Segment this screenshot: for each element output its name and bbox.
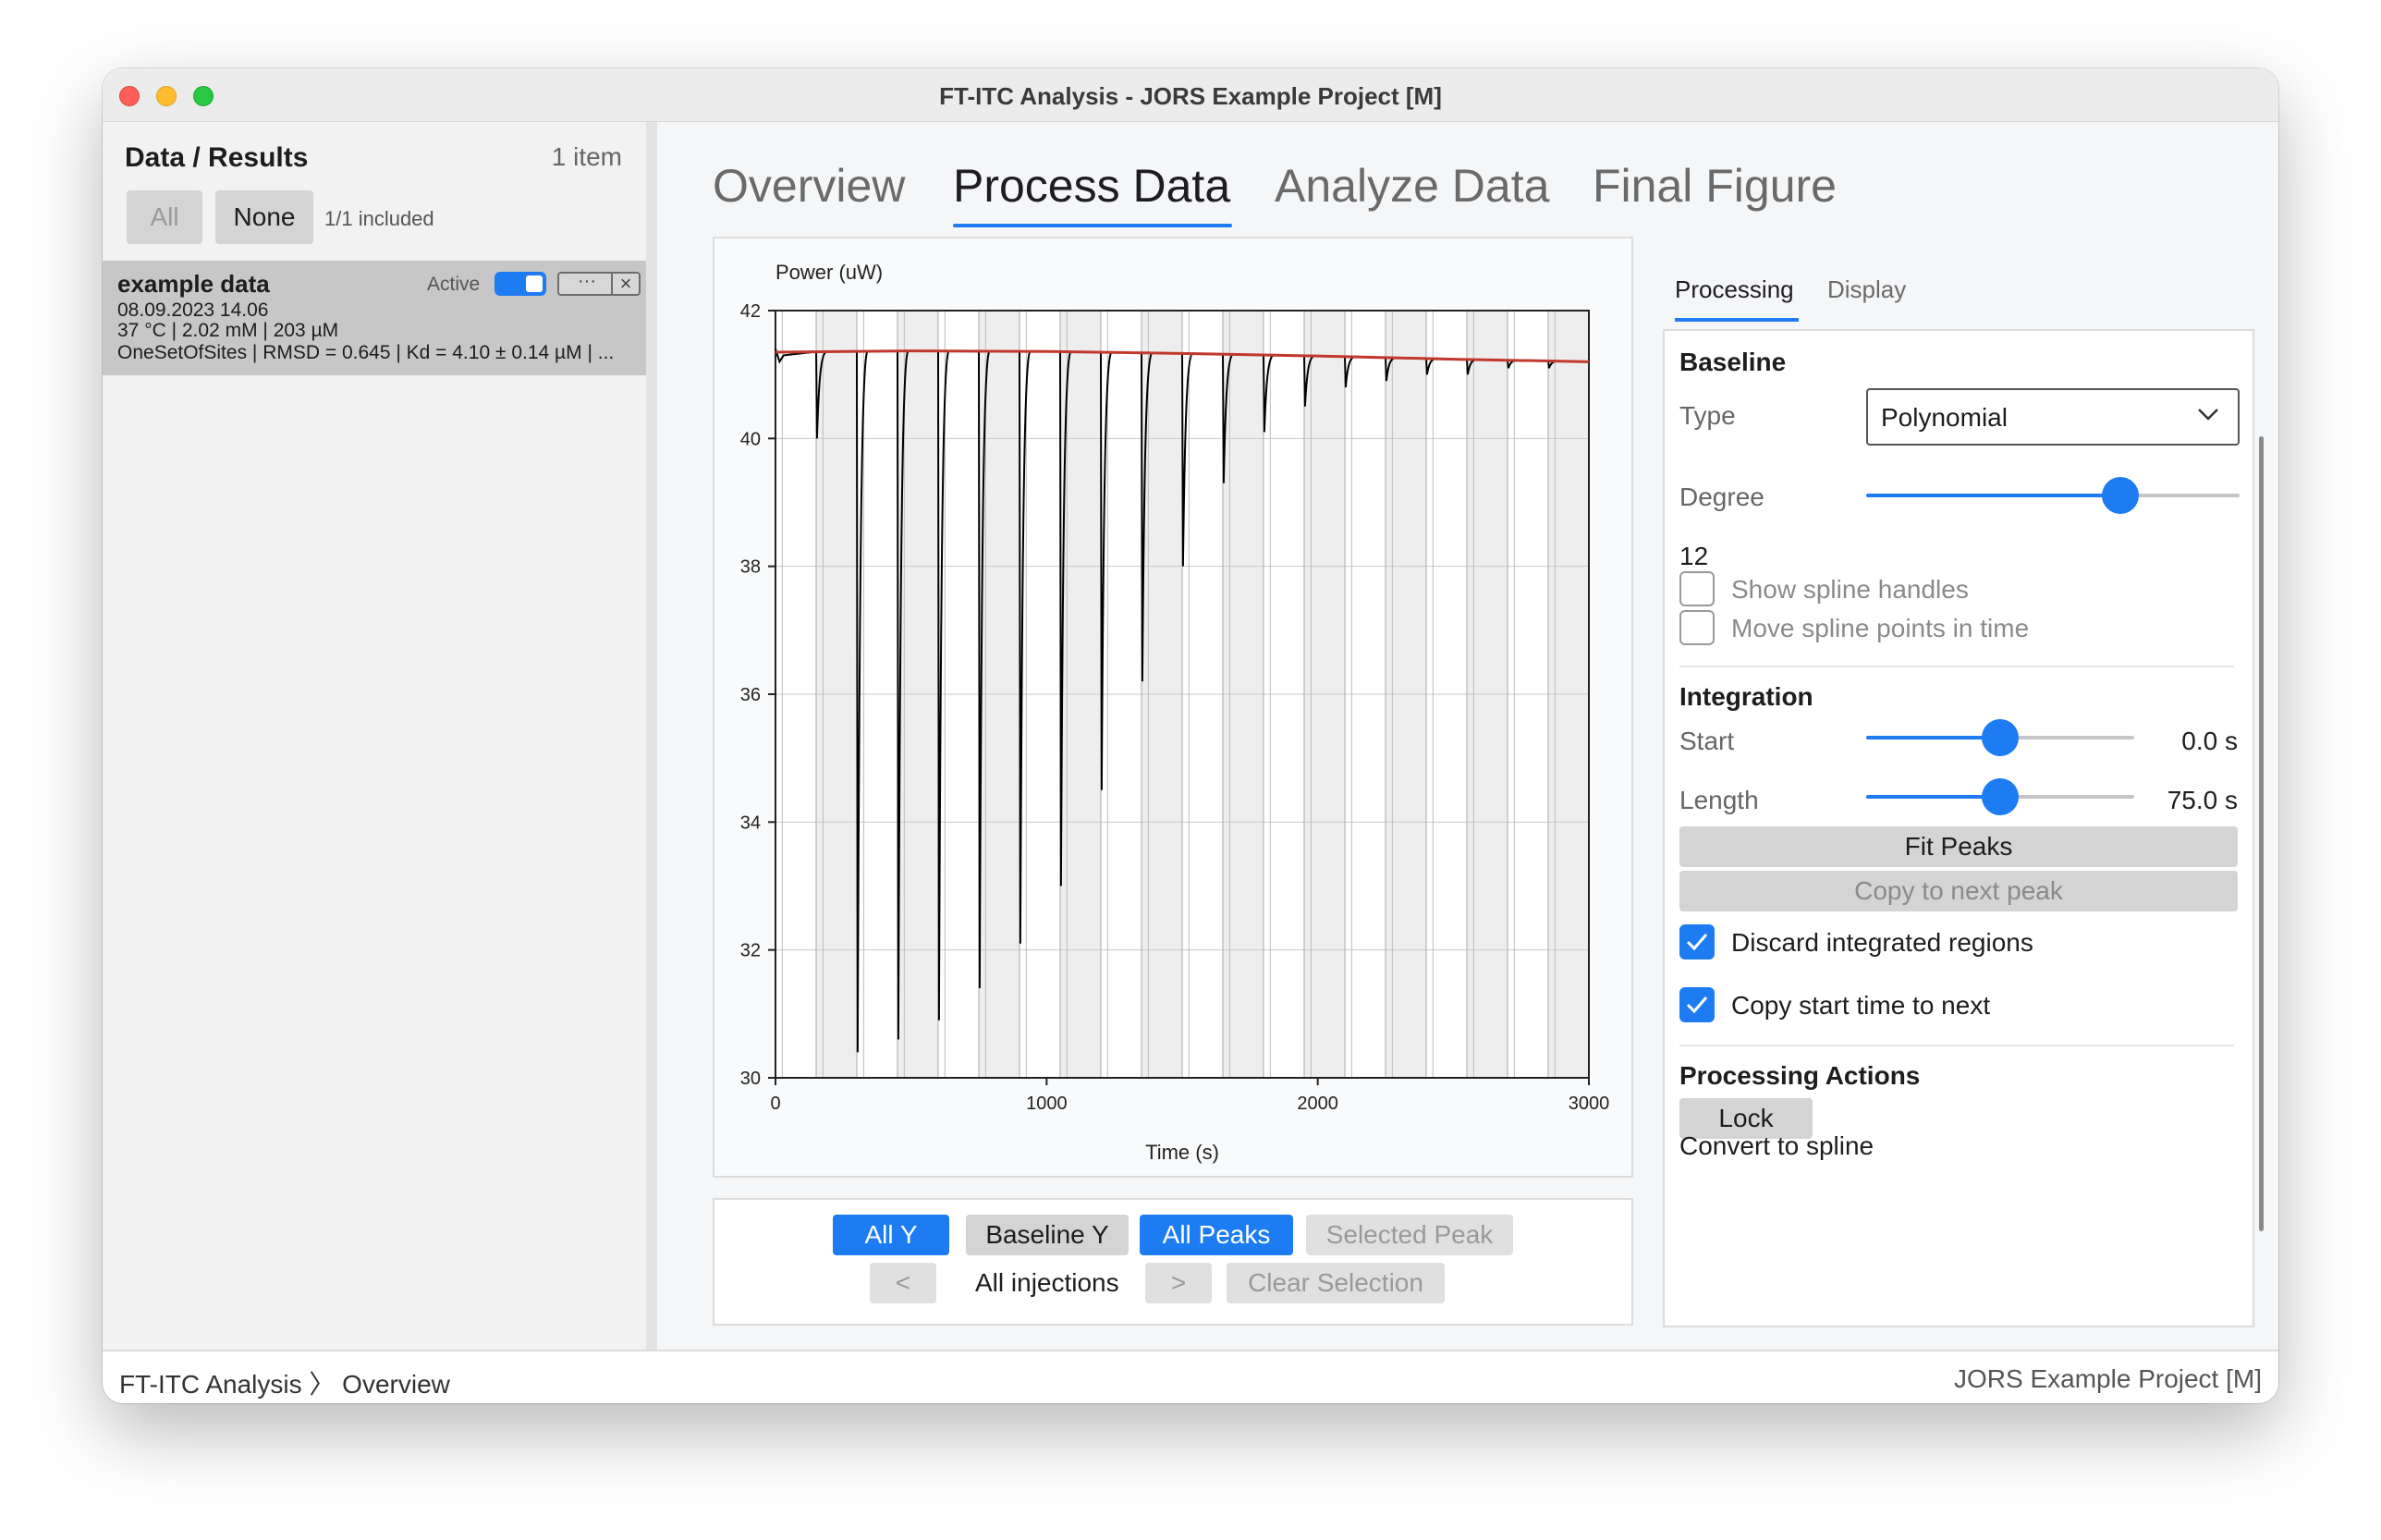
length-slider[interactable] bbox=[1866, 778, 2134, 815]
processing-actions-heading: Processing Actions bbox=[1679, 1061, 1921, 1090]
window-title: FT-ITC Analysis - JORS Example Project [… bbox=[939, 82, 1442, 110]
title-bar: FT-ITC Analysis - JORS Example Project [… bbox=[103, 68, 2278, 122]
show-spline-handles-label: Show spline handles bbox=[1731, 575, 1969, 604]
checkmark-icon bbox=[1686, 996, 1708, 1014]
sidebar: Data / Results 1 item All None 1/1 inclu… bbox=[103, 122, 657, 1350]
baseline-type-select[interactable]: Polynomial bbox=[1866, 388, 2240, 446]
x-tick-label: 0 bbox=[770, 1094, 780, 1114]
start-label: Start bbox=[1679, 727, 1735, 755]
y-tick-label: 42 bbox=[740, 301, 761, 322]
processing-panel: Baseline Type Polynomial Degree 12 Show … bbox=[1663, 329, 2254, 1327]
tab-overview[interactable]: Overview bbox=[713, 159, 905, 213]
tab-display[interactable]: Display bbox=[1827, 275, 1906, 304]
section-divider bbox=[1679, 1045, 2234, 1046]
length-label: Length bbox=[1679, 786, 1759, 814]
peak-controls: All Y Baseline Y All Peaks Selected Peak… bbox=[713, 1198, 1633, 1326]
status-bar: FT-ITC Analysis 〉 Overview JORS Example … bbox=[103, 1350, 2278, 1403]
power-chart[interactable]: 30 32 34 36 38 40 42 0 1000 2000 3000 Power (uW) Tim… bbox=[714, 238, 1635, 1179]
breadcrumb-page[interactable]: Overview bbox=[342, 1370, 450, 1399]
y-tick-label: 34 bbox=[740, 813, 761, 833]
select-none-button[interactable]: None bbox=[215, 190, 313, 244]
section-divider bbox=[1679, 666, 2234, 667]
type-label: Type bbox=[1679, 401, 1736, 430]
degree-label: Degree bbox=[1679, 483, 1764, 511]
item-fit-summary: OneSetOfSites | RMSD = 0.645 | Kd = 4.10… bbox=[117, 342, 615, 363]
baseline-y-button[interactable]: Baseline Y bbox=[966, 1215, 1129, 1255]
y-tick-label: 30 bbox=[740, 1069, 761, 1089]
project-name: JORS Example Project [M] bbox=[1954, 1364, 2262, 1393]
processing-tab-indicator bbox=[1675, 318, 1799, 322]
active-tab-indicator bbox=[953, 224, 1232, 227]
start-slider[interactable] bbox=[1866, 719, 2134, 756]
scrollbar[interactable] bbox=[2259, 436, 2264, 1231]
active-toggle[interactable] bbox=[495, 272, 546, 296]
x-axis-label: Time (s) bbox=[1145, 1141, 1219, 1164]
tab-analyze-data[interactable]: Analyze Data bbox=[1275, 159, 1549, 213]
breadcrumb-separator: 〉 bbox=[309, 1370, 336, 1399]
item-count: 1 item bbox=[551, 142, 622, 171]
plot-panel[interactable]: 30 32 34 36 38 40 42 0 1000 2000 3000 Power (uW) Tim… bbox=[713, 237, 1633, 1178]
close-icon[interactable]: × bbox=[613, 272, 639, 296]
move-spline-points-label: Move spline points in time bbox=[1731, 614, 2030, 642]
x-tick-label: 3000 bbox=[1569, 1094, 1610, 1114]
fit-peaks-button[interactable]: Fit Peaks bbox=[1679, 826, 2238, 867]
checkmark-icon bbox=[1686, 934, 1708, 951]
all-y-button[interactable]: All Y bbox=[833, 1215, 949, 1255]
clear-selection-button[interactable]: Clear Selection bbox=[1227, 1263, 1445, 1303]
chevron-down-icon bbox=[2198, 409, 2218, 421]
show-spline-handles-checkbox[interactable] bbox=[1679, 571, 1715, 606]
item-date: 08.09.2023 14.06 bbox=[117, 299, 269, 321]
x-tick-label: 2000 bbox=[1297, 1094, 1338, 1114]
injection-selector-label: All injections bbox=[975, 1268, 1119, 1297]
item-conditions: 37 °C | 2.02 mM | 203 µM bbox=[117, 320, 339, 341]
tab-processing[interactable]: Processing bbox=[1675, 275, 1794, 304]
y-axis-label: Power (uW) bbox=[775, 261, 883, 284]
discard-regions-label: Discard integrated regions bbox=[1731, 928, 2033, 957]
start-slider-fill bbox=[1866, 736, 2000, 739]
baseline-type-value: Polynomial bbox=[1881, 403, 2008, 432]
y-tick-label: 40 bbox=[740, 429, 761, 449]
item-name: example data bbox=[117, 270, 270, 298]
copy-start-time-label: Copy start time to next bbox=[1731, 991, 1991, 1020]
y-tick-label: 38 bbox=[740, 557, 761, 578]
tab-process-data[interactable]: Process Data bbox=[953, 159, 1230, 213]
main-area: Overview Process Data Analyze Data Final… bbox=[657, 122, 2278, 1350]
y-tick-label: 32 bbox=[740, 941, 761, 961]
copy-to-next-peak-button[interactable]: Copy to next peak bbox=[1679, 871, 2238, 911]
selected-peak-button[interactable]: Selected Peak bbox=[1306, 1215, 1513, 1255]
tab-final-figure[interactable]: Final Figure bbox=[1593, 159, 1837, 213]
degree-value: 12 bbox=[1679, 542, 1709, 570]
integration-heading: Integration bbox=[1679, 682, 1813, 711]
degree-slider[interactable] bbox=[1866, 477, 2240, 514]
convert-to-spline-button[interactable]: Convert to spline bbox=[1679, 1131, 1874, 1161]
degree-slider-thumb[interactable] bbox=[2101, 477, 2139, 514]
length-value: 75.0 s bbox=[2167, 786, 2238, 814]
move-spline-points-checkbox[interactable] bbox=[1679, 610, 1715, 645]
previous-injection-button[interactable]: < bbox=[870, 1263, 936, 1303]
item-tools: ··· × bbox=[557, 271, 641, 296]
app-window: FT-ITC Analysis - JORS Example Project [… bbox=[103, 68, 2278, 1403]
x-tick-label: 1000 bbox=[1026, 1094, 1068, 1114]
list-item[interactable]: example data Active ··· × 08.09.2023 14.… bbox=[103, 261, 646, 375]
select-all-button[interactable]: All bbox=[127, 190, 202, 244]
toggle-knob bbox=[526, 275, 543, 292]
length-slider-fill bbox=[1866, 795, 2000, 799]
start-slider-thumb[interactable] bbox=[1982, 719, 2019, 756]
all-peaks-button[interactable]: All Peaks bbox=[1140, 1215, 1293, 1255]
discard-regions-checkbox[interactable] bbox=[1679, 924, 1715, 959]
degree-slider-fill bbox=[1866, 494, 2120, 497]
start-value: 0.0 s bbox=[2181, 727, 2238, 755]
sidebar-title: Data / Results bbox=[125, 142, 309, 173]
copy-start-time-checkbox[interactable] bbox=[1679, 987, 1715, 1022]
baseline-heading: Baseline bbox=[1679, 348, 1787, 376]
breadcrumb: FT-ITC Analysis 〉 Overview bbox=[119, 1364, 450, 1401]
y-tick-label: 36 bbox=[740, 685, 761, 705]
length-slider-thumb[interactable] bbox=[1982, 778, 2019, 815]
active-label: Active bbox=[427, 274, 481, 295]
breadcrumb-app[interactable]: FT-ITC Analysis bbox=[119, 1370, 302, 1399]
next-injection-button[interactable]: > bbox=[1145, 1263, 1212, 1303]
included-count: 1/1 included bbox=[324, 207, 434, 230]
more-icon[interactable]: ··· bbox=[565, 271, 609, 292]
